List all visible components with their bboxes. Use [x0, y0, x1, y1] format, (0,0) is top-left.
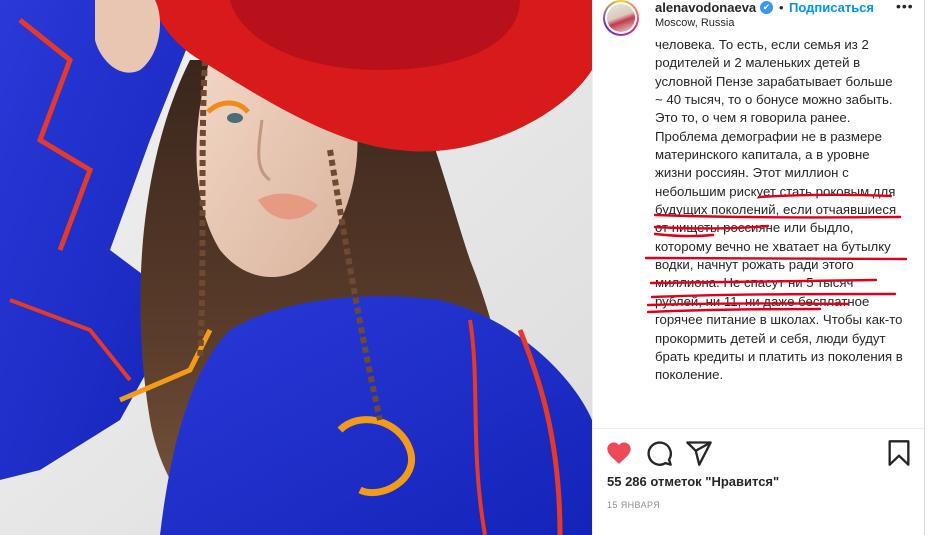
verified-badge-icon: ✔ — [760, 1, 773, 14]
post-panel: alenavodonaeva ✔ • Подписаться Moscow, R… — [592, 0, 925, 535]
more-options-button[interactable]: ••• — [896, 0, 914, 14]
post-date[interactable]: 15 ЯНВАРЯ — [607, 500, 660, 510]
location-link[interactable]: Moscow, Russia — [655, 17, 734, 29]
caption-paragraph: Это то, о чем я говорила ранее. Проблема… — [655, 110, 903, 383]
post-caption: человека. То есть, если семья из 2 родит… — [655, 40, 903, 385]
avatar-image — [607, 4, 635, 32]
actions-divider — [593, 428, 925, 429]
heart-icon[interactable] — [605, 439, 633, 467]
username-link[interactable]: alenavodonaeva — [655, 0, 756, 15]
avatar[interactable] — [603, 0, 639, 36]
portrait-image — [0, 0, 592, 535]
caption-scroll-area[interactable]: человека. То есть, если семья из 2 родит… — [593, 40, 925, 430]
comment-icon[interactable] — [645, 439, 673, 467]
paper-plane-icon[interactable] — [685, 439, 713, 467]
post-header: alenavodonaeva ✔ • Подписаться Moscow, R… — [593, 0, 925, 40]
post-photo[interactable] — [0, 0, 592, 535]
action-bar — [593, 436, 925, 472]
caption-paragraph: человека. То есть, если семья из 2 родит… — [655, 40, 893, 108]
bookmark-icon[interactable] — [885, 439, 913, 467]
panel-border — [924, 0, 925, 535]
likes-count[interactable]: 55 286 отметок "Нравится" — [607, 474, 779, 489]
follow-button[interactable]: Подписаться — [789, 0, 874, 15]
separator-dot: • — [779, 0, 784, 15]
